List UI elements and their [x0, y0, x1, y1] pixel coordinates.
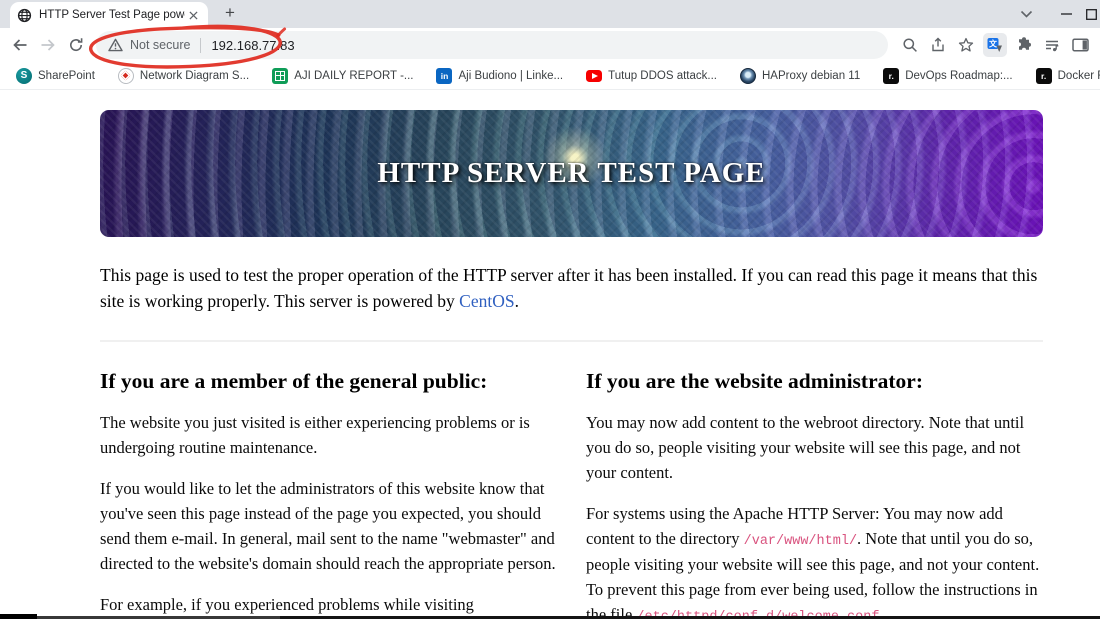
- bookmark-devops-roadmap[interactable]: r. DevOps Roadmap:...: [877, 66, 1018, 86]
- bookmark-label: DevOps Roadmap:...: [905, 69, 1013, 82]
- intro-text-end: .: [514, 291, 519, 312]
- code-path: /var/www/html/: [743, 533, 858, 549]
- intro-text: This page is used to test the proper ope…: [100, 265, 1038, 312]
- bookmarks-bar: S SharePoint Network Diagram S... AJI DA…: [0, 62, 1100, 90]
- search-icon[interactable]: [896, 31, 924, 59]
- globe-favicon-icon: [17, 8, 32, 23]
- google-sheets-icon: [272, 67, 289, 84]
- centos-link[interactable]: CentOS: [459, 291, 514, 311]
- page-content: HTTP SERVER TEST PAGE This page is used …: [0, 90, 1100, 616]
- not-secure-warning-icon[interactable]: [108, 38, 123, 52]
- bookmark-sharepoint[interactable]: S SharePoint: [10, 66, 101, 86]
- maximize-button[interactable]: [1086, 0, 1100, 28]
- roadmap-icon: r.: [1035, 67, 1052, 84]
- intro-paragraph: This page is used to test the proper ope…: [100, 262, 1043, 315]
- back-icon[interactable]: [6, 31, 34, 59]
- bookmark-label: HAProxy debian 11: [762, 69, 861, 82]
- forward-icon[interactable]: [34, 31, 62, 59]
- youtube-icon: [586, 69, 603, 82]
- translate-extension-icon[interactable]: 文: [983, 33, 1007, 57]
- tab-close-icon[interactable]: [185, 7, 201, 23]
- reload-icon[interactable]: [62, 31, 90, 59]
- extensions-puzzle-icon[interactable]: [1010, 31, 1038, 59]
- svg-text:文: 文: [989, 39, 998, 49]
- new-tab-button[interactable]: +: [218, 1, 242, 25]
- bookmark-label: Network Diagram S...: [139, 69, 250, 82]
- address-bar[interactable]: Not secure 192.168.77.83: [96, 31, 888, 59]
- media-controls-icon[interactable]: [1038, 31, 1066, 59]
- bookmark-docker-roadmap[interactable]: r. Docker Roadmap -...: [1030, 66, 1100, 86]
- minimize-button[interactable]: [1046, 0, 1086, 28]
- security-label[interactable]: Not secure: [130, 38, 190, 52]
- bookmark-youtube-ddos[interactable]: Tutup DDOS attack...: [580, 68, 723, 84]
- page-title: HTTP SERVER TEST PAGE: [377, 157, 766, 189]
- sharepoint-icon: S: [16, 67, 32, 84]
- address-separator: [200, 37, 202, 53]
- tab-title: HTTP Server Test Page powered: [39, 9, 185, 21]
- bookmark-haproxy[interactable]: HAProxy debian 11: [734, 66, 866, 86]
- test-page-banner: HTTP SERVER TEST PAGE: [100, 110, 1043, 237]
- window-controls: [1006, 0, 1100, 28]
- roadmap-icon: r.: [883, 67, 900, 84]
- admin-text: .: [879, 605, 884, 616]
- admin-paragraph-2: For systems using the Apache HTTP Server…: [586, 501, 1043, 616]
- linkedin-icon: in: [436, 67, 453, 84]
- bookmark-label: SharePoint: [38, 69, 95, 82]
- bookmark-label: Docker Roadmap -...: [1057, 69, 1100, 82]
- bookmark-star-icon[interactable]: [952, 31, 980, 59]
- bookmark-label: Aji Budiono | Linke...: [458, 69, 564, 82]
- tab-http-test-page[interactable]: HTTP Server Test Page powered: [10, 2, 208, 28]
- browser-window: HTTP Server Test Page powered +: [0, 0, 1100, 619]
- toolbar: Not secure 192.168.77.83 文: [0, 28, 1100, 62]
- share-icon[interactable]: [924, 31, 952, 59]
- bookmark-aji-daily-report[interactable]: AJI DAILY REPORT -...: [266, 66, 419, 86]
- tab-strip: HTTP Server Test Page powered +: [0, 0, 1100, 28]
- diagram-icon: [117, 67, 134, 84]
- side-panel-icon[interactable]: [1066, 31, 1094, 59]
- toolbar-right-icons: 文: [896, 31, 1094, 59]
- bookmark-linkedin[interactable]: in Aji Budiono | Linke...: [430, 66, 569, 86]
- public-paragraph-1: The website you just visited is either e…: [100, 412, 530, 457]
- url-text[interactable]: 192.168.77.83: [211, 38, 294, 53]
- public-paragraph-3: For example, if you experienced problems…: [100, 594, 474, 614]
- bookmark-label: AJI DAILY REPORT -...: [294, 69, 414, 82]
- admin-heading: If you are the website administrator:: [586, 368, 923, 393]
- haproxy-icon: [740, 67, 756, 84]
- public-paragraph-2: If you would like to let the administrat…: [100, 478, 556, 573]
- admin-paragraph-1: You may now add content to the webroot d…: [586, 412, 1025, 482]
- bookmark-network-diagram[interactable]: Network Diagram S...: [112, 66, 255, 86]
- public-heading: If you are a member of the general publi…: [100, 368, 488, 393]
- tab-search-chevron-icon[interactable]: [1006, 0, 1046, 28]
- admin-column: If you are the website administrator: Yo…: [586, 342, 1043, 617]
- bookmark-label: Tutup DDOS attack...: [608, 69, 717, 82]
- public-column: If you are a member of the general publi…: [100, 342, 557, 617]
